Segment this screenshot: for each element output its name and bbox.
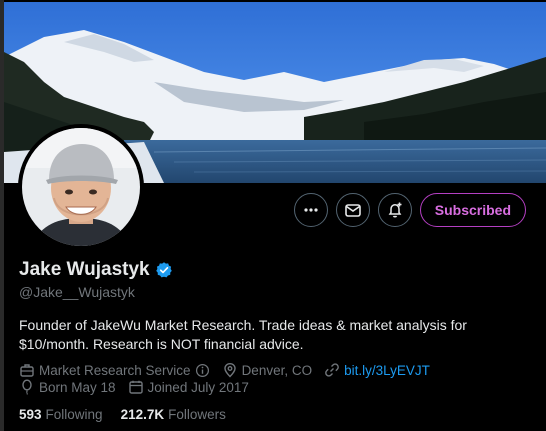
category-label: Market Research Service <box>39 362 191 378</box>
followers-link[interactable]: 212.7K Followers <box>121 407 226 422</box>
followers-count: 212.7K <box>120 407 165 422</box>
message-button[interactable] <box>335 193 370 227</box>
profile-meta-row-1: Market Research Service Denver, CO bit.l… <box>19 362 430 378</box>
notifications-button[interactable] <box>377 193 412 227</box>
profile-birthday: Born May 18 <box>19 379 116 395</box>
link-icon <box>325 363 339 377</box>
profile-joined: Joined July 2017 <box>128 379 249 395</box>
profile-name-row: Jake Wujastyk <box>19 259 173 281</box>
following-count: 593 <box>19 407 42 422</box>
profile-bio: Founder of JakeWu Market Research. Trade… <box>19 317 467 352</box>
info-icon[interactable] <box>195 363 210 378</box>
envelope-icon <box>344 204 361 217</box>
profile-category: Market Research Service <box>19 362 210 378</box>
bell-plus-icon <box>388 202 402 218</box>
briefcase-icon <box>20 364 34 377</box>
joined-label: Joined July 2017 <box>147 379 249 395</box>
following-label: Following <box>45 407 103 422</box>
more-button[interactable] <box>293 193 328 227</box>
following-link[interactable]: 593 Following <box>19 407 103 422</box>
followers-label: Followers <box>168 407 226 422</box>
verified-badge-icon[interactable] <box>155 261 173 279</box>
follow-stats: 593 Following 212.7K Followers <box>19 407 226 422</box>
subscribed-button[interactable]: Subscribed <box>419 193 526 227</box>
profile-avatar[interactable] <box>18 124 144 250</box>
profile-location: Denver, CO <box>222 362 313 378</box>
profile-page: Subscribed Jake Wujastyk @Jake__Wujastyk… <box>0 0 546 431</box>
balloon-icon <box>22 379 32 395</box>
more-horizontal-icon <box>304 208 318 212</box>
location-pin-icon <box>223 362 236 378</box>
profile-actions: Subscribed <box>293 193 526 227</box>
website-link[interactable]: bit.ly/3LyEVJT <box>344 363 430 378</box>
profile-website[interactable]: bit.ly/3LyEVJT <box>324 362 430 378</box>
display-name: Jake Wujastyk <box>19 259 150 280</box>
birthday-label: Born May 18 <box>39 379 116 395</box>
location-label: Denver, CO <box>241 362 313 378</box>
profile-meta-row-2: Born May 18 Joined July 2017 <box>19 379 249 395</box>
profile-handle: @Jake__Wujastyk <box>19 284 135 300</box>
avatar-photo <box>22 128 140 246</box>
calendar-icon <box>128 380 143 394</box>
